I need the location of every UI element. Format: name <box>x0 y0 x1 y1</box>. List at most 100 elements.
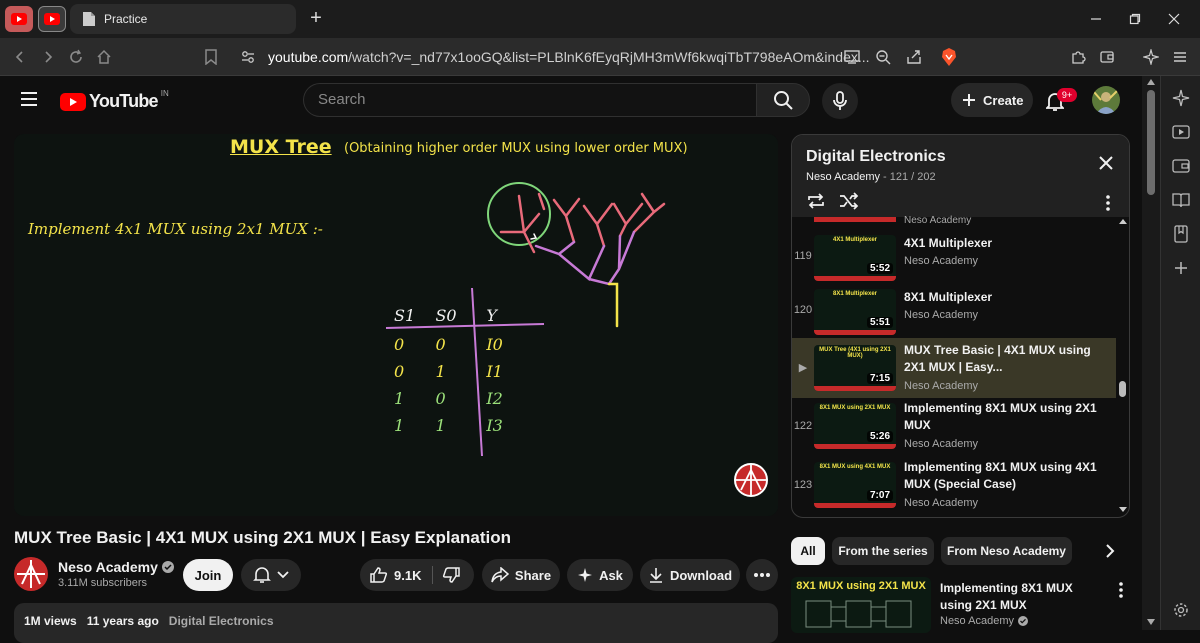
cell: 0 <box>394 362 405 381</box>
back-button[interactable] <box>10 47 30 67</box>
playlist-item-thumbnail[interactable]: 8X1 Multiplexer 5:51 <box>814 289 896 335</box>
cell: I3 <box>486 416 503 435</box>
like-button[interactable]: 9.1K <box>370 566 421 584</box>
sidebar-add-button[interactable] <box>1171 258 1191 278</box>
subscribed-button[interactable] <box>241 559 301 591</box>
playlist-item-thumbnail[interactable]: 8X1 MUX using 2X1 MUX 5:26 <box>814 403 896 449</box>
search-button[interactable] <box>756 83 810 117</box>
guide-menu-button[interactable] <box>20 91 38 107</box>
menu-button[interactable] <box>1170 47 1190 67</box>
plus-icon <box>963 94 975 106</box>
recommended-channel[interactable]: Neso Academy <box>940 615 1028 627</box>
chip-all[interactable]: All <box>791 537 825 565</box>
sidebar-leo-button[interactable] <box>1171 88 1191 108</box>
brave-shields-button[interactable] <box>939 47 959 67</box>
playlist-item[interactable]: 123 8X1 MUX using 4X1 MUX 7:07 Implement… <box>792 457 1116 515</box>
youtube-logo[interactable]: YouTube IN <box>60 89 169 112</box>
playlist-item[interactable]: 122 8X1 MUX using 2X1 MUX 5:26 Implement… <box>792 398 1116 456</box>
wallet-icon <box>1172 159 1190 173</box>
pinned-tab-youtube-2[interactable] <box>38 6 66 32</box>
header-y: Y <box>486 306 497 325</box>
share-page-button[interactable] <box>904 47 924 67</box>
chip-from-neso-academy[interactable]: From Neso Academy <box>941 537 1072 565</box>
sidebar-bookmarks-button[interactable] <box>1171 224 1191 244</box>
create-button[interactable]: Create <box>951 83 1033 117</box>
restore-button[interactable] <box>1122 8 1148 30</box>
playlist-position: - 121 / 202 <box>879 171 936 183</box>
gear-icon <box>1174 603 1188 617</box>
playlist-scrollbar-thumb[interactable] <box>1119 381 1126 397</box>
playlist-item[interactable]: 119 4X1 Multiplexer 5:52 4X1 Multiplexer… <box>792 229 1116 287</box>
close-playlist-button[interactable] <box>1098 155 1114 171</box>
description-box[interactable]: 1M views 11 years ago Digital Electronic… <box>14 603 778 643</box>
playlist-item-channel: Neso Academy <box>904 255 978 267</box>
search-input[interactable]: Search <box>303 83 757 117</box>
wallet-button[interactable] <box>1097 47 1117 67</box>
sidebar-wallet-button[interactable] <box>1171 156 1191 176</box>
cell: I2 <box>486 389 503 408</box>
channel-avatar[interactable] <box>14 557 48 591</box>
cast-button[interactable] <box>842 47 862 67</box>
extensions-button[interactable] <box>1068 47 1088 67</box>
ask-button[interactable]: Ask <box>567 559 633 591</box>
share-button[interactable]: Share <box>482 559 560 591</box>
voice-search-button[interactable] <box>822 83 858 119</box>
recommended-thumbnail[interactable]: 8X1 MUX using 2X1 MUX <box>791 577 931 633</box>
playlist-item-thumbnail[interactable]: 8X1 MUX using 4X1 MUX 7:07 <box>814 462 896 508</box>
zoom-button[interactable] <box>873 47 893 67</box>
more-actions-button[interactable] <box>746 559 778 591</box>
recommended-more-button[interactable] <box>1119 582 1123 598</box>
neso-watermark <box>734 463 768 497</box>
browser-sidebar <box>1160 76 1200 630</box>
playlist-item-thumbnail[interactable]: MUX Tree (4X1 using 2X1 MUX) 7:15 <box>814 345 896 391</box>
share-arrow-icon <box>491 567 509 583</box>
page-scrollbar-thumb[interactable] <box>1147 90 1155 195</box>
dislike-button[interactable] <box>442 566 460 584</box>
new-tab-button[interactable]: + <box>304 8 328 30</box>
loop-button[interactable] <box>806 192 826 210</box>
playlist-item-current[interactable]: ▶ MUX Tree (4X1 using 2X1 MUX) 7:15 MUX … <box>792 338 1116 398</box>
playlist-item-thumbnail[interactable]: 4X1 Multiplexer 5:52 <box>814 235 896 281</box>
download-button[interactable]: Download <box>640 559 740 591</box>
shuffle-button[interactable] <box>839 192 859 210</box>
sidebar-media-button[interactable] <box>1171 122 1191 142</box>
verified-check-icon <box>161 561 174 573</box>
bookmark-button[interactable] <box>201 47 221 67</box>
sidebar-reading-list-button[interactable] <box>1171 190 1191 210</box>
chips-next-button[interactable] <box>1094 537 1126 565</box>
url-text: youtube.com/watch?v=_nd77x1ooGQ&list=PLB… <box>268 49 870 65</box>
repeat-icon <box>808 193 824 209</box>
view-count: 1M views <box>24 614 77 628</box>
playlist-header: Digital Electronics Neso Academy - 121 /… <box>792 135 1129 217</box>
playlist-owner[interactable]: Neso Academy <box>806 171 880 183</box>
sidebar-settings-button[interactable] <box>1171 600 1191 620</box>
thumbnail-caption: 8X1 MUX using 4X1 MUX <box>819 464 891 470</box>
logo-text: YouTube <box>89 91 159 111</box>
playlist-scrollbar[interactable] <box>1117 217 1129 517</box>
truth-table-row: 0 1 I1 <box>394 362 524 381</box>
description-tag[interactable]: Digital Electronics <box>169 614 274 628</box>
reload-button[interactable] <box>66 47 86 67</box>
recommended-title[interactable]: Implementing 8X1 MUX using 2X1 MUX <box>940 580 1106 614</box>
playlist-title[interactable]: Digital Electronics <box>806 148 946 166</box>
pinned-tab-youtube-1[interactable] <box>5 6 33 32</box>
minimize-button[interactable] <box>1083 8 1109 30</box>
site-settings-icon[interactable] <box>240 49 256 65</box>
tab-practice[interactable]: Practice <box>70 4 296 34</box>
page-scrollbar[interactable] <box>1142 76 1160 630</box>
scroll-down-icon <box>1119 507 1127 512</box>
avatar[interactable] <box>1092 86 1120 114</box>
close-window-button[interactable] <box>1161 8 1187 30</box>
open-book-icon <box>1172 193 1190 208</box>
home-button[interactable] <box>94 47 114 67</box>
chip-from-the-series[interactable]: From the series <box>832 537 934 565</box>
leo-ai-button[interactable] <box>1141 47 1161 67</box>
playlist-item[interactable]: 120 8X1 Multiplexer 5:51 8X1 Multiplexer… <box>792 283 1116 341</box>
channel-name[interactable]: Neso Academy <box>58 559 174 575</box>
more-vertical-icon <box>1106 195 1110 211</box>
join-button[interactable]: Join <box>183 559 233 591</box>
playlist-more-button[interactable] <box>1106 195 1110 211</box>
youtube-header: YouTube IN Search Create 9+ <box>0 76 1140 126</box>
video-player[interactable]: MUX Tree (Obtaining higher order MUX usi… <box>14 134 778 516</box>
forward-button[interactable] <box>38 47 58 67</box>
